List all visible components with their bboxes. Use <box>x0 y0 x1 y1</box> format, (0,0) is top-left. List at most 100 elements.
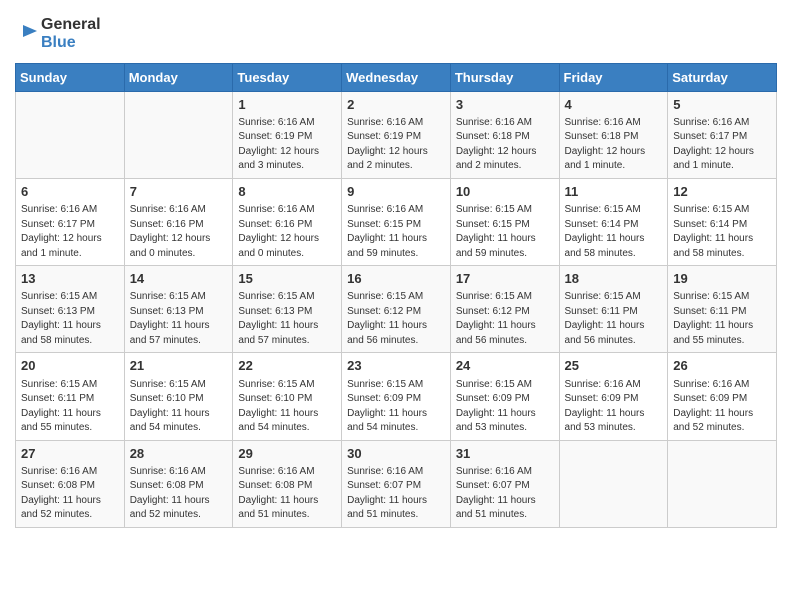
day-number: 22 <box>238 357 336 375</box>
day-info: Sunrise: 6:16 AMSunset: 6:08 PMDaylight:… <box>238 465 336 523</box>
day-info: Sunrise: 6:16 AMSunset: 6:19 PMDaylight:… <box>238 116 336 174</box>
day-info: Sunrise: 6:15 AMSunset: 6:09 PMDaylight:… <box>347 378 445 436</box>
day-cell <box>124 91 233 178</box>
header-day-thursday: Thursday <box>450 63 559 91</box>
day-cell: 18Sunrise: 6:15 AMSunset: 6:11 PMDayligh… <box>559 266 668 353</box>
week-row-3: 13 Sunrise: 6:15 AMSunset: 6:13 PMDayligh… <box>16 266 777 353</box>
header-row: SundayMondayTuesdayWednesdayThursdayFrid… <box>16 63 777 91</box>
day-info: Sunrise: 6:15 AMSunset: 6:11 PMDaylight:… <box>21 378 119 436</box>
day-info: Sunrise: 6:15 AMSunset: 6:13 PMDaylight:… <box>238 290 336 348</box>
day-info: Sunrise: 6:16 AMSunset: 6:07 PMDaylight:… <box>456 465 554 523</box>
day-cell: 12 Sunrise: 6:15 AMSunset: 6:14 PMDayligh… <box>668 178 777 265</box>
day-number: 13 <box>21 270 119 288</box>
day-cell: 3Sunrise: 6:16 AMSunset: 6:18 PMDaylight… <box>450 91 559 178</box>
day-number: 31 <box>456 445 554 463</box>
day-info: Sunrise: 6:16 AMSunset: 6:19 PMDaylight:… <box>347 116 445 174</box>
day-cell: 20 Sunrise: 6:15 AMSunset: 6:11 PMDayligh… <box>16 353 125 440</box>
day-number: 8 <box>238 183 336 201</box>
day-cell: 10 Sunrise: 6:15 AMSunset: 6:15 PMDayligh… <box>450 178 559 265</box>
day-info: Sunrise: 6:15 AMSunset: 6:13 PMDaylight:… <box>130 290 228 348</box>
day-info: Sunrise: 6:15 AMSunset: 6:09 PMDaylight:… <box>456 378 554 436</box>
header-day-sunday: Sunday <box>16 63 125 91</box>
day-info: Sunrise: 6:15 AMSunset: 6:10 PMDaylight:… <box>238 378 336 436</box>
day-cell: 4 Sunrise: 6:16 AMSunset: 6:18 PMDaylight… <box>559 91 668 178</box>
day-info: Sunrise: 6:16 AMSunset: 6:07 PMDaylight:… <box>347 465 445 523</box>
week-row-2: 6 Sunrise: 6:16 AMSunset: 6:17 PMDaylight… <box>16 178 777 265</box>
day-number: 18 <box>565 270 663 288</box>
day-cell: 8 Sunrise: 6:16 AMSunset: 6:16 PMDaylight… <box>233 178 342 265</box>
day-info: Sunrise: 6:16 AMSunset: 6:16 PMDaylight:… <box>130 203 228 261</box>
day-number: 25 <box>565 357 663 375</box>
day-info: Sunrise: 6:16 AMSunset: 6:09 PMDaylight:… <box>565 378 663 436</box>
day-info: Sunrise: 6:16 AMSunset: 6:08 PMDaylight:… <box>21 465 119 523</box>
day-cell: 9Sunrise: 6:16 AMSunset: 6:15 PMDaylight… <box>342 178 451 265</box>
day-cell: 30 Sunrise: 6:16 AMSunset: 6:07 PMDayligh… <box>342 440 451 527</box>
day-cell: 22 Sunrise: 6:15 AMSunset: 6:10 PMDayligh… <box>233 353 342 440</box>
calendar-table: SundayMondayTuesdayWednesdayThursdayFrid… <box>15 63 777 528</box>
day-number: 26 <box>673 357 771 375</box>
header-day-wednesday: Wednesday <box>342 63 451 91</box>
day-number: 15 <box>238 270 336 288</box>
day-cell: 2 Sunrise: 6:16 AMSunset: 6:19 PMDaylight… <box>342 91 451 178</box>
header-day-tuesday: Tuesday <box>233 63 342 91</box>
day-cell: 21Sunrise: 6:15 AMSunset: 6:10 PMDayligh… <box>124 353 233 440</box>
day-number: 6 <box>21 183 119 201</box>
day-cell: 17Sunrise: 6:15 AMSunset: 6:12 PMDayligh… <box>450 266 559 353</box>
day-number: 11 <box>565 183 663 201</box>
day-number: 4 <box>565 96 663 114</box>
day-cell: 13 Sunrise: 6:15 AMSunset: 6:13 PMDayligh… <box>16 266 125 353</box>
day-cell: 7 Sunrise: 6:16 AMSunset: 6:16 PMDaylight… <box>124 178 233 265</box>
header-day-friday: Friday <box>559 63 668 91</box>
day-info: Sunrise: 6:15 AMSunset: 6:11 PMDaylight:… <box>673 290 771 348</box>
day-number: 14 <box>130 270 228 288</box>
day-cell: 23Sunrise: 6:15 AMSunset: 6:09 PMDayligh… <box>342 353 451 440</box>
day-info: Sunrise: 6:16 AMSunset: 6:17 PMDaylight:… <box>673 116 771 174</box>
day-cell <box>668 440 777 527</box>
day-cell: 28Sunrise: 6:16 AMSunset: 6:08 PMDayligh… <box>124 440 233 527</box>
header-day-saturday: Saturday <box>668 63 777 91</box>
logo-general-text: General <box>41 16 101 34</box>
day-number: 17 <box>456 270 554 288</box>
day-number: 5 <box>673 96 771 114</box>
week-row-4: 20 Sunrise: 6:15 AMSunset: 6:11 PMDayligh… <box>16 353 777 440</box>
day-info: Sunrise: 6:16 AMSunset: 6:18 PMDaylight:… <box>565 116 663 174</box>
calendar-container: GeneralBlue SundayMondayTuesdayWednesday… <box>0 0 792 543</box>
day-cell: 31 Sunrise: 6:16 AMSunset: 6:07 PMDayligh… <box>450 440 559 527</box>
week-row-5: 27Sunrise: 6:16 AMSunset: 6:08 PMDayligh… <box>16 440 777 527</box>
header-day-monday: Monday <box>124 63 233 91</box>
day-cell: 19 Sunrise: 6:15 AMSunset: 6:11 PMDayligh… <box>668 266 777 353</box>
day-info: Sunrise: 6:15 AMSunset: 6:14 PMDaylight:… <box>565 203 663 261</box>
day-number: 7 <box>130 183 228 201</box>
day-cell: 6 Sunrise: 6:16 AMSunset: 6:17 PMDaylight… <box>16 178 125 265</box>
day-cell: 24 Sunrise: 6:15 AMSunset: 6:09 PMDayligh… <box>450 353 559 440</box>
day-cell: 27Sunrise: 6:16 AMSunset: 6:08 PMDayligh… <box>16 440 125 527</box>
day-number: 2 <box>347 96 445 114</box>
day-cell: 11 Sunrise: 6:15 AMSunset: 6:14 PMDayligh… <box>559 178 668 265</box>
day-cell: 5 Sunrise: 6:16 AMSunset: 6:17 PMDaylight… <box>668 91 777 178</box>
day-cell <box>16 91 125 178</box>
day-number: 24 <box>456 357 554 375</box>
day-number: 12 <box>673 183 771 201</box>
day-cell: 14 Sunrise: 6:15 AMSunset: 6:13 PMDayligh… <box>124 266 233 353</box>
day-number: 19 <box>673 270 771 288</box>
day-cell <box>559 440 668 527</box>
day-number: 3 <box>456 96 554 114</box>
day-number: 20 <box>21 357 119 375</box>
day-number: 10 <box>456 183 554 201</box>
day-cell: 15 Sunrise: 6:15 AMSunset: 6:13 PMDayligh… <box>233 266 342 353</box>
day-info: Sunrise: 6:16 AMSunset: 6:17 PMDaylight:… <box>21 203 119 261</box>
day-info: Sunrise: 6:15 AMSunset: 6:13 PMDaylight:… <box>21 290 119 348</box>
day-info: Sunrise: 6:15 AMSunset: 6:14 PMDaylight:… <box>673 203 771 261</box>
day-cell: 25 Sunrise: 6:16 AMSunset: 6:09 PMDayligh… <box>559 353 668 440</box>
day-info: Sunrise: 6:16 AMSunset: 6:16 PMDaylight:… <box>238 203 336 261</box>
day-number: 30 <box>347 445 445 463</box>
day-info: Sunrise: 6:15 AMSunset: 6:15 PMDaylight:… <box>456 203 554 261</box>
day-number: 1 <box>238 96 336 114</box>
day-cell: 1 Sunrise: 6:16 AMSunset: 6:19 PMDaylight… <box>233 91 342 178</box>
day-number: 28 <box>130 445 228 463</box>
logo-bird-icon <box>15 23 37 45</box>
day-info: Sunrise: 6:15 AMSunset: 6:10 PMDaylight:… <box>130 378 228 436</box>
day-number: 29 <box>238 445 336 463</box>
day-cell: 16Sunrise: 6:15 AMSunset: 6:12 PMDayligh… <box>342 266 451 353</box>
day-cell: 26Sunrise: 6:16 AMSunset: 6:09 PMDayligh… <box>668 353 777 440</box>
